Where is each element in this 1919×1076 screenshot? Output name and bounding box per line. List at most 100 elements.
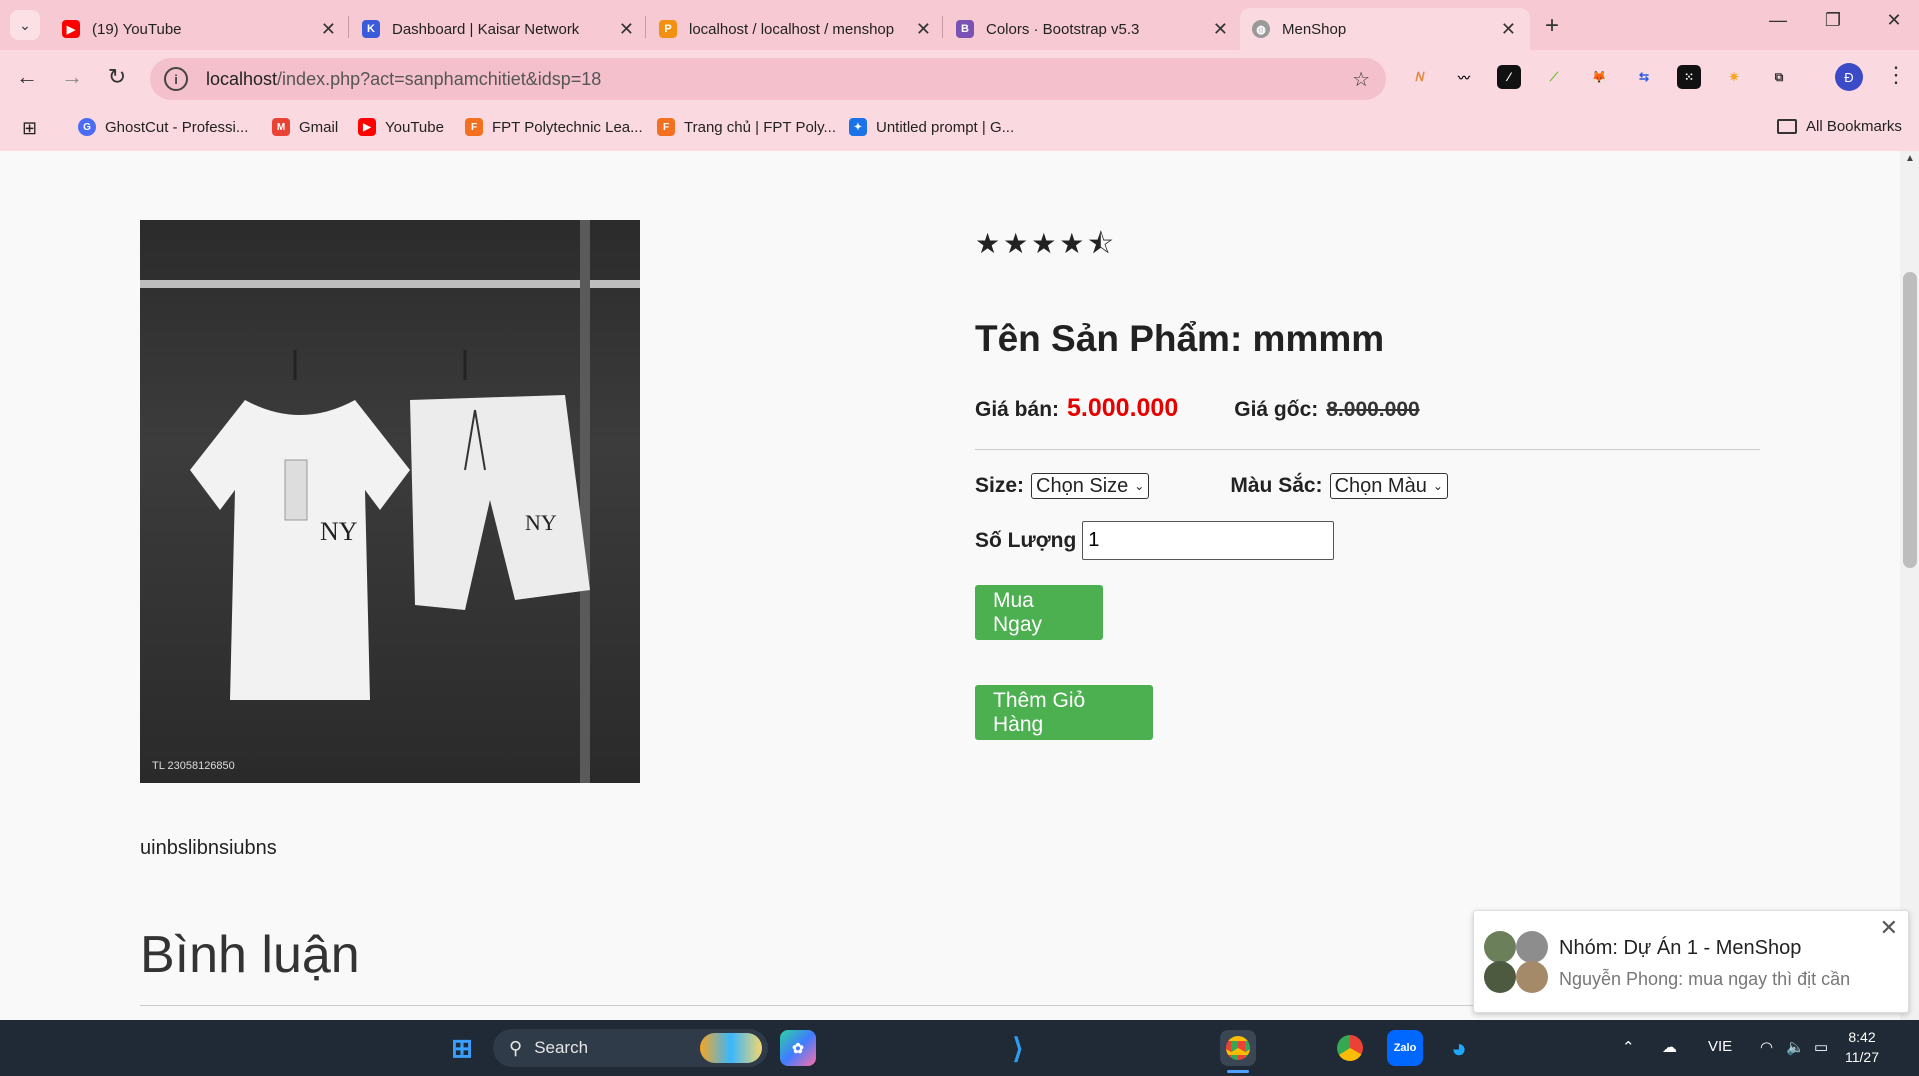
- onedrive-icon[interactable]: ☁: [1662, 1038, 1677, 1056]
- bookmark-youtube[interactable]: ▶ YouTube: [358, 118, 444, 136]
- chrome-icon[interactable]: [1220, 1030, 1256, 1066]
- sale-price: 5.000.000: [1067, 394, 1179, 422]
- edge-icon[interactable]: ◕: [1441, 1030, 1477, 1066]
- clock-date: 11/27: [1845, 1049, 1879, 1065]
- address-bar[interactable]: i localhost/index.php?act=sanphamchitiet…: [150, 58, 1386, 100]
- youtube-icon: ▶: [62, 20, 80, 38]
- bookmark-fpt-lms[interactable]: F FPT Polytechnic Lea...: [465, 118, 643, 136]
- comments-divider: [140, 1005, 1540, 1006]
- wifi-icon[interactable]: ◠: [1760, 1038, 1773, 1056]
- minimize-button[interactable]: —: [1758, 10, 1798, 31]
- extension-dice-icon[interactable]: ⁙: [1677, 65, 1701, 89]
- zalo-icon[interactable]: Zalo: [1387, 1030, 1423, 1066]
- new-tab-button[interactable]: +: [1545, 12, 1559, 40]
- volume-icon[interactable]: 🔈: [1786, 1038, 1805, 1056]
- product-image: NY NY TL 23058126850: [140, 220, 640, 783]
- bookmark-prompt[interactable]: ✦ Untitled prompt | G...: [849, 118, 1014, 136]
- reload-icon[interactable]: ↻: [102, 64, 132, 90]
- buy-now-button[interactable]: Mua Ngay: [975, 585, 1103, 640]
- browser-menu-icon[interactable]: ⋮: [1885, 62, 1907, 88]
- tab-separator: [348, 16, 349, 38]
- close-tab-icon[interactable]: ✕: [619, 19, 634, 40]
- comments-heading: Bình luận: [140, 926, 360, 984]
- tab-kaisar[interactable]: K Dashboard | Kaisar Network ✕: [350, 8, 648, 50]
- phpmyadmin-icon: P: [659, 20, 677, 38]
- product-description: uinbslibnsiubns: [140, 837, 277, 859]
- tab-title: (19) YouTube: [92, 20, 182, 38]
- tab-phpmyadmin[interactable]: P localhost / localhost / menshop ✕: [647, 8, 945, 50]
- bookmark-star-icon[interactable]: ☆: [1352, 67, 1370, 92]
- input-language[interactable]: VIE: [1708, 1038, 1732, 1055]
- restore-button[interactable]: ❐: [1813, 10, 1853, 31]
- color-select[interactable]: Chọn Màu ⌄: [1329, 473, 1448, 499]
- tab-separator: [645, 16, 646, 38]
- tab-youtube[interactable]: ▶ (19) YouTube ✕: [50, 8, 350, 50]
- windows-taskbar: ⊞ ⚲ Search ✿ ⟩ Zalo ◕ ⌃ ☁ VIE ◠ 🔈 ▭ 8:42…: [0, 1020, 1919, 1076]
- system-clock[interactable]: 8:42 11/27: [1845, 1027, 1879, 1067]
- extension-slash-icon[interactable]: ⁄: [1497, 65, 1521, 89]
- close-icon[interactable]: ✕: [1880, 915, 1898, 941]
- site-info-icon[interactable]: i: [164, 67, 188, 91]
- chrome-profile-icon[interactable]: [1332, 1030, 1368, 1066]
- all-bookmarks[interactable]: All Bookmarks: [1777, 118, 1902, 135]
- back-icon[interactable]: ←: [12, 64, 42, 90]
- youtube-icon: ▶: [358, 118, 376, 136]
- extension-wave-icon[interactable]: 〰: [1452, 65, 1476, 89]
- quantity-input[interactable]: [1082, 521, 1335, 560]
- close-tab-icon[interactable]: ✕: [916, 19, 931, 40]
- close-tab-icon[interactable]: ✕: [321, 19, 336, 40]
- close-tab-icon[interactable]: ✕: [1213, 19, 1228, 40]
- size-select-value: Chọn Size: [1036, 474, 1129, 497]
- quantity-label: Số Lượng: [975, 528, 1077, 552]
- active-app-indicator: [1227, 1070, 1249, 1073]
- close-window-button[interactable]: ✕: [1874, 10, 1914, 31]
- quantity-row: Số Lượng: [975, 521, 1335, 560]
- windows-start-icon[interactable]: ⊞: [444, 1030, 480, 1066]
- battery-icon[interactable]: ▭: [1814, 1038, 1828, 1056]
- extension-spark-icon[interactable]: ✷: [1722, 65, 1746, 89]
- size-select[interactable]: Chọn Size ⌄: [1031, 473, 1150, 499]
- original-price: 8.000.000: [1326, 398, 1420, 421]
- extension-arrows-icon[interactable]: ⇆: [1632, 65, 1656, 89]
- extension-leaf-icon[interactable]: ⟋: [1542, 65, 1566, 89]
- bookmark-fpt-home[interactable]: F Trang chủ | FPT Poly...: [657, 118, 836, 136]
- gmail-icon: M: [272, 118, 290, 136]
- add-to-cart-button[interactable]: Thêm Giỏ Hàng: [975, 685, 1153, 740]
- scroll-up-icon[interactable]: ▲: [1905, 153, 1915, 164]
- scrollbar-thumb[interactable]: [1903, 272, 1917, 568]
- size-label: Size:: [975, 474, 1025, 497]
- metamask-icon[interactable]: 🦊: [1587, 65, 1611, 89]
- search-icon: ⚲: [509, 1037, 523, 1058]
- kaisar-icon: K: [362, 20, 380, 38]
- close-tab-icon[interactable]: ✕: [1501, 19, 1516, 40]
- extension-n-icon[interactable]: 𝑁: [1408, 65, 1432, 89]
- rating-stars: ★★★★⯪: [975, 228, 1117, 259]
- chevron-down-icon: ⌄: [1432, 479, 1443, 493]
- svg-text:NY: NY: [525, 510, 557, 535]
- bookmark-gmail[interactable]: M Gmail: [272, 118, 338, 136]
- taskbar-search[interactable]: ⚲ Search: [493, 1029, 768, 1067]
- chat-notification[interactable]: Nhóm: Dự Án 1 - MenShop Nguyễn Phong: mu…: [1473, 910, 1909, 1013]
- original-price-label: Giá gốc:: [1234, 398, 1319, 421]
- group-avatar: [1484, 931, 1550, 993]
- apps-grid-icon[interactable]: ⊞: [22, 118, 37, 139]
- tab-menshop[interactable]: ◍ MenShop ✕: [1240, 8, 1530, 50]
- tshirt-illustration: NY: [190, 350, 410, 700]
- notification-message: Nguyễn Phong: mua ngay thì địt cần: [1559, 969, 1851, 989]
- copilot-icon[interactable]: ✿: [780, 1030, 816, 1066]
- price-row: Giá bán: 5.000.000 Giá gốc: 8.000.000: [975, 394, 1420, 423]
- forward-icon[interactable]: →: [57, 64, 87, 90]
- url-text[interactable]: localhost/index.php?act=sanphamchitiet&i…: [206, 69, 601, 90]
- profile-avatar[interactable]: Đ: [1835, 63, 1863, 91]
- taskbar-search-label: Search: [534, 1038, 589, 1057]
- tray-overflow-icon[interactable]: ⌃: [1622, 1038, 1635, 1056]
- tab-search-button[interactable]: ⌄: [10, 10, 40, 40]
- bookmark-ghostcut[interactable]: G GhostCut - Professi...: [78, 118, 248, 136]
- tab-bootstrap[interactable]: B Colors · Bootstrap v5.3 ✕: [944, 8, 1242, 50]
- extensions-puzzle-icon[interactable]: ⧉: [1767, 65, 1791, 89]
- vscode-icon[interactable]: ⟩: [1000, 1030, 1036, 1066]
- address-row: ← → ↻ i localhost/index.php?act=sanphamc…: [0, 50, 1919, 108]
- tab-title: Colors · Bootstrap v5.3: [986, 20, 1140, 38]
- ai-studio-icon: ✦: [849, 118, 867, 136]
- color-label: Màu Sắc:: [1230, 474, 1323, 497]
